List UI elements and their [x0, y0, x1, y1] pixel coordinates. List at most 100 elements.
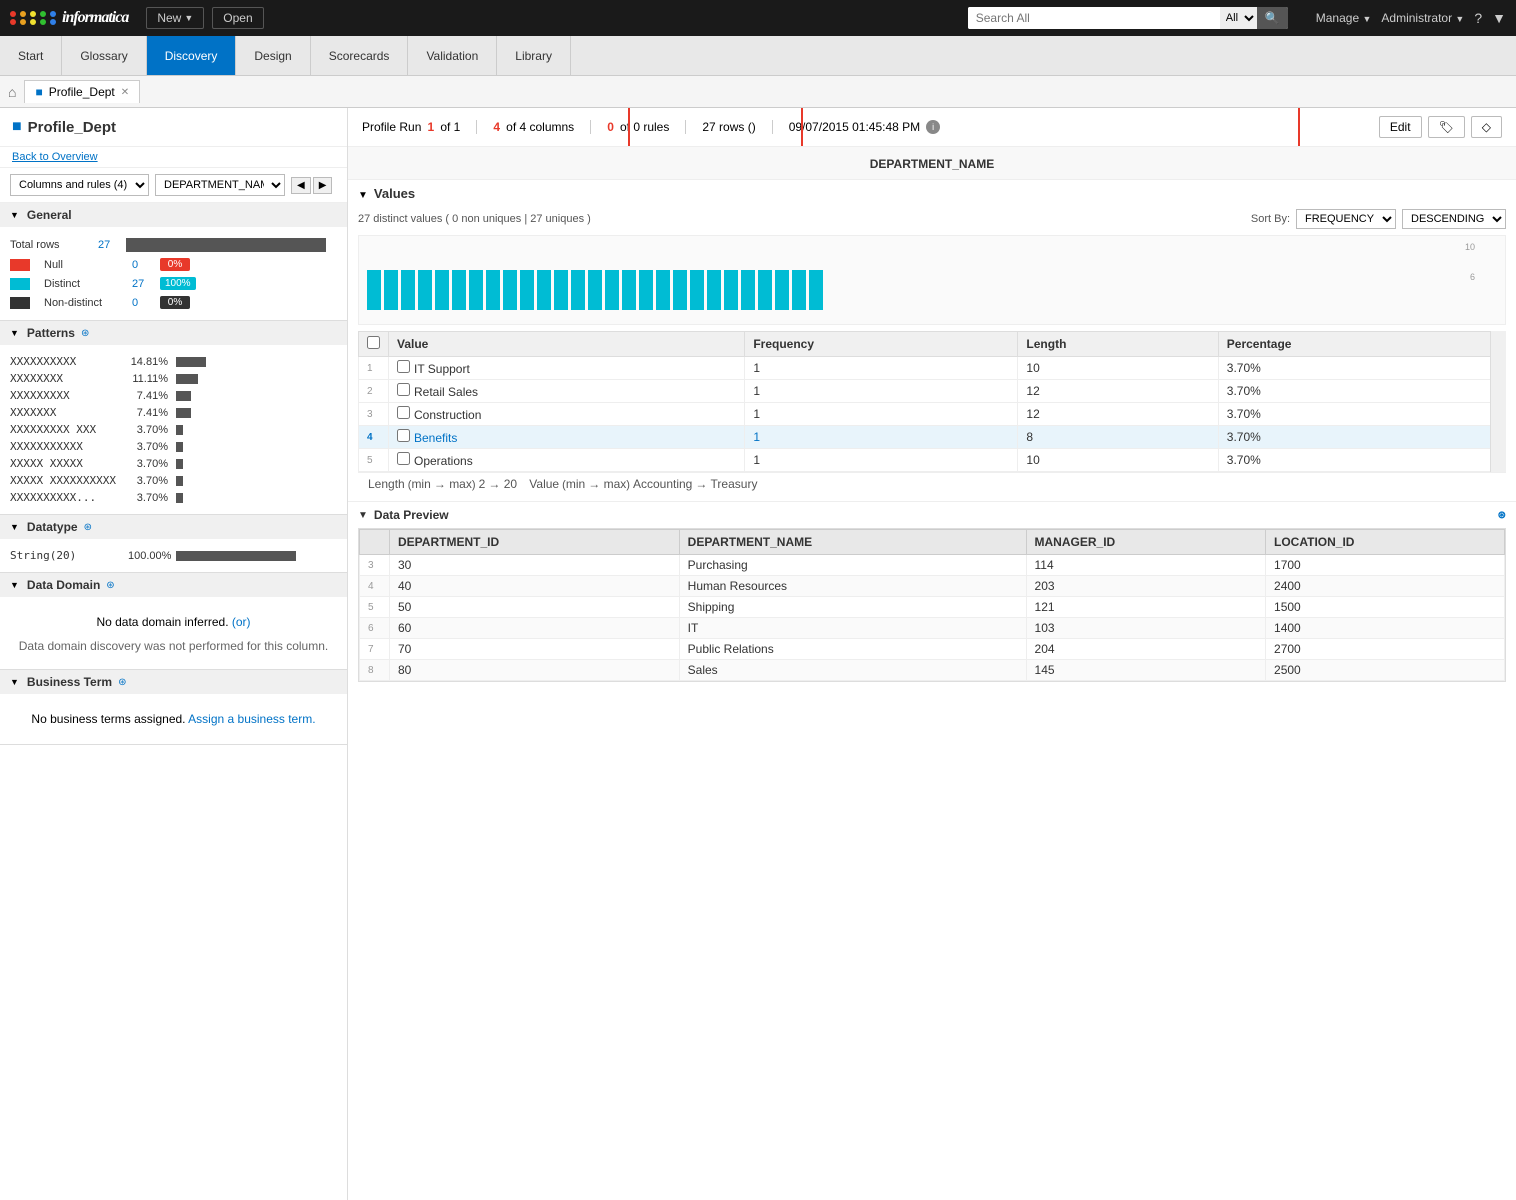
- order-select[interactable]: DESCENDING: [1402, 209, 1506, 229]
- nav-library[interactable]: Library: [497, 36, 571, 75]
- chart-bar: [690, 270, 704, 310]
- data-preview-table-wrap[interactable]: DEPARTMENT_ID DEPARTMENT_NAME MANAGER_ID…: [358, 528, 1506, 682]
- data-domain-or[interactable]: (or): [232, 615, 251, 629]
- distinct-value: 27: [132, 278, 152, 290]
- data-domain-expand-icon[interactable]: ⊛: [106, 580, 114, 591]
- table-scrollbar[interactable]: [1490, 331, 1506, 472]
- pattern-bar-6: [176, 442, 183, 452]
- data-preview-expand-icon[interactable]: ⊛: [1498, 510, 1506, 521]
- tab-bar: ⌂ ■ Profile_Dept ✕: [0, 76, 1516, 108]
- values-table: Value Frequency Length Percentage 1 IT S…: [358, 331, 1506, 472]
- home-icon[interactable]: ⌂: [8, 84, 16, 100]
- chart-bar: [724, 270, 738, 310]
- chart-max-label-2: 6: [1470, 272, 1475, 282]
- data-domain-body: No data domain inferred. (or) Data domai…: [0, 597, 347, 669]
- info-icon[interactable]: i: [926, 120, 940, 134]
- assign-business-term-link[interactable]: Assign a business term.: [188, 712, 315, 726]
- columns-rules-select[interactable]: Columns and rules (4): [10, 174, 149, 196]
- new-button[interactable]: New ▼: [146, 7, 204, 29]
- profile-tab[interactable]: ■ Profile_Dept ✕: [24, 80, 140, 103]
- preview-th-rownum: [360, 530, 390, 555]
- values-th-value[interactable]: Value: [389, 332, 745, 357]
- pattern-bar-8: [176, 476, 183, 486]
- select-all-checkbox[interactable]: [367, 336, 380, 349]
- business-term-header[interactable]: ▼ Business Term ⊛: [0, 670, 347, 694]
- row-checkbox[interactable]: [397, 452, 410, 465]
- values-title: Values: [374, 186, 415, 201]
- nav-scorecards[interactable]: Scorecards: [311, 36, 409, 75]
- values-th-percentage[interactable]: Percentage: [1218, 332, 1505, 357]
- more-icon[interactable]: ▼: [1492, 10, 1506, 26]
- patterns-expand-icon[interactable]: ⊛: [81, 328, 89, 339]
- patterns-title: Patterns: [27, 326, 75, 340]
- preview-th-dept-name[interactable]: DEPARTMENT_NAME: [679, 530, 1026, 555]
- profile-icon: ■: [12, 118, 22, 136]
- data-domain-header[interactable]: ▼ Data Domain ⊛: [0, 573, 347, 597]
- back-to-overview-link[interactable]: Back to Overview: [0, 147, 347, 168]
- column-select[interactable]: DEPARTMENT_NAME: [155, 174, 285, 196]
- preview-th-loc-id[interactable]: LOCATION_ID: [1266, 530, 1505, 555]
- footer-value-min: min: [566, 477, 585, 491]
- profile-title: Profile_Dept: [28, 119, 116, 136]
- manage-menu[interactable]: Manage ▼: [1316, 11, 1372, 25]
- row-checkbox[interactable]: [397, 360, 410, 373]
- datatype-section-header[interactable]: ▼ Datatype ⊛: [0, 515, 347, 539]
- null-color-indicator: [10, 259, 30, 271]
- values-th-frequency[interactable]: Frequency: [745, 332, 1018, 357]
- tag-button[interactable]: 🏷: [1428, 116, 1465, 138]
- nav-glossary[interactable]: Glossary: [62, 36, 146, 75]
- preview-th-dept-id[interactable]: DEPARTMENT_ID: [390, 530, 680, 555]
- values-th-length[interactable]: Length: [1018, 332, 1218, 357]
- nav-start[interactable]: Start: [0, 36, 62, 75]
- data-domain-info: No data domain inferred. (or): [10, 605, 337, 639]
- nav-design[interactable]: Design: [236, 36, 310, 75]
- open-button[interactable]: Open: [212, 7, 263, 29]
- help-icon[interactable]: ?: [1474, 10, 1482, 26]
- search-input[interactable]: [968, 7, 1220, 29]
- business-term-title: Business Term: [27, 675, 112, 689]
- next-column-button[interactable]: ▶: [313, 177, 333, 194]
- nondistinct-color-indicator: [10, 297, 30, 309]
- logo-dot: [50, 11, 56, 17]
- patterns-section-header[interactable]: ▼ Patterns ⊛: [0, 321, 347, 345]
- bookmark-button[interactable]: ◇: [1471, 116, 1502, 138]
- data-domain-no-data: No data domain inferred.: [96, 615, 228, 629]
- data-preview-toggle[interactable]: ▼: [358, 510, 368, 521]
- rows-value: 27 rows (): [702, 120, 755, 134]
- preview-th-mgr-id[interactable]: MANAGER_ID: [1026, 530, 1266, 555]
- chart-bar: [639, 270, 653, 310]
- row-checkbox[interactable]: [397, 383, 410, 396]
- preview-row-7: 7 70 Public Relations 204 2700: [360, 639, 1505, 660]
- logo-dot: [30, 11, 36, 17]
- chart-bar: [435, 270, 449, 310]
- logo-dot: [50, 19, 56, 25]
- tab-close-button[interactable]: ✕: [121, 87, 129, 98]
- distinct-row: Distinct 27 100%: [10, 274, 337, 293]
- business-term-expand-icon[interactable]: ⊛: [118, 677, 126, 688]
- row-checkbox[interactable]: [397, 429, 410, 442]
- datatype-expand-icon[interactable]: ⊛: [84, 522, 92, 533]
- footer-arrow-2: →: [488, 477, 503, 491]
- values-th-checkbox: [359, 332, 389, 357]
- chart-bar: [367, 270, 381, 310]
- prev-column-button[interactable]: ◀: [291, 177, 311, 194]
- profile-header: ■ Profile_Dept: [0, 108, 347, 147]
- search-type-select[interactable]: All: [1220, 7, 1257, 29]
- sort-select[interactable]: FREQUENCY: [1296, 209, 1396, 229]
- nav-discovery[interactable]: Discovery: [147, 36, 237, 75]
- chart-bar: [384, 270, 398, 310]
- business-term-section: ▼ Business Term ⊛ No business terms assi…: [0, 670, 347, 745]
- values-table-header-row: Value Frequency Length Percentage: [359, 332, 1506, 357]
- business-term-info: No business terms assigned. Assign a bus…: [10, 702, 337, 736]
- row-checkbox[interactable]: [397, 406, 410, 419]
- nav-validation[interactable]: Validation: [408, 36, 497, 75]
- values-collapse-toggle[interactable]: ▼: [358, 190, 368, 201]
- search-icon-button[interactable]: 🔍: [1257, 7, 1288, 29]
- footer-length-label: Length: [368, 477, 405, 491]
- general-section-header[interactable]: ▼ General: [0, 203, 347, 227]
- chart-bar: [605, 270, 619, 310]
- benefits-link[interactable]: Benefits: [414, 431, 457, 445]
- edit-button[interactable]: Edit: [1379, 116, 1422, 138]
- admin-menu[interactable]: Administrator ▼: [1381, 11, 1464, 25]
- logo-dots: [10, 11, 58, 25]
